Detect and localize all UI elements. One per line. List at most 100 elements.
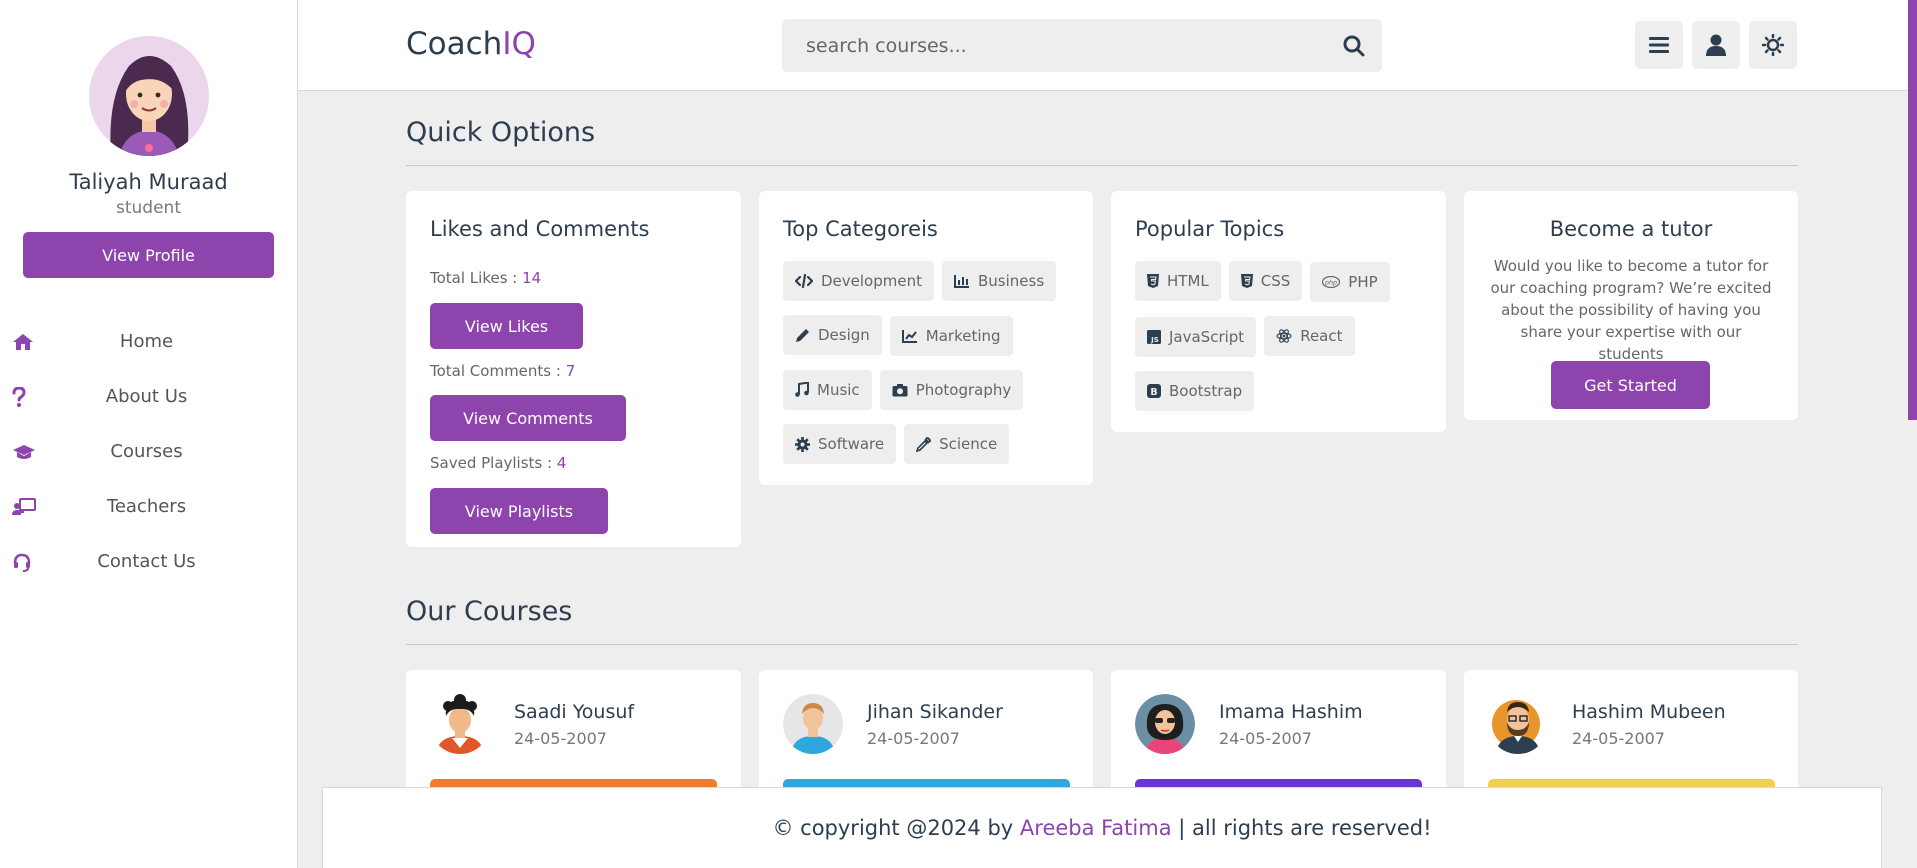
popular-topics-card: Popular Topics HTML CSS php PHP JS JavaS…: [1111, 191, 1446, 432]
category-tag-music[interactable]: Music: [783, 369, 872, 410]
view-comments-button[interactable]: View Comments: [430, 395, 626, 441]
profile-name: Taliyah Muraad: [69, 170, 228, 194]
total-likes: Total Likes : 14: [430, 269, 541, 287]
category-tag-photography[interactable]: Photography: [879, 370, 1024, 410]
category-tags: Development Business Design Marketing Mu…: [783, 261, 1083, 478]
logo-accent: IQ: [502, 26, 536, 62]
topic-tags: HTML CSS php PHP JS JavaScript React B B…: [1135, 261, 1435, 425]
user-button[interactable]: [1692, 21, 1740, 69]
tag-label: Science: [939, 435, 998, 453]
tutor-avatar: [1492, 700, 1540, 754]
svg-text:php: php: [1324, 278, 1337, 286]
quick-options-title: Quick Options: [406, 117, 596, 148]
search-bar: [782, 19, 1382, 72]
sidebar-item-teachers[interactable]: Teachers: [0, 479, 297, 534]
course-date: 24-05-2007: [1219, 729, 1312, 748]
footer-prefix: © copyright @2024 by: [772, 816, 1014, 840]
home-icon: [12, 332, 36, 352]
category-tag-science[interactable]: Science: [904, 424, 1010, 464]
topic-tag-react[interactable]: React: [1264, 316, 1355, 356]
tag-label: Music: [817, 380, 860, 399]
sidebar-item-courses[interactable]: Courses: [0, 424, 297, 479]
total-comments: Total Comments : 7: [430, 362, 575, 380]
stat-label: Saved Playlists :: [430, 454, 557, 472]
sun-icon: [1762, 34, 1784, 56]
svg-text:JS: JS: [1150, 336, 1159, 344]
section-divider: [406, 165, 1798, 166]
tag-label: HTML: [1167, 272, 1209, 290]
view-profile-button[interactable]: View Profile: [23, 232, 274, 278]
app-logo[interactable]: CoachIQ: [406, 26, 536, 62]
menu-button[interactable]: [1635, 21, 1683, 69]
profile-section: Taliyah Muraad student View Profile: [0, 0, 297, 278]
card-title: Likes and Comments: [430, 217, 650, 241]
section-divider: [406, 644, 1798, 645]
category-tag-marketing[interactable]: Marketing: [889, 315, 1013, 356]
stat-label: Total Comments :: [430, 362, 566, 380]
footer-author: Areeba Fatima: [1019, 816, 1172, 840]
search-icon: [1343, 35, 1365, 56]
course-date: 24-05-2007: [514, 729, 607, 748]
scrollbar-thumb[interactable]: [1908, 0, 1917, 420]
stat-label: Total Likes :: [430, 269, 523, 287]
saved-playlists: Saved Playlists : 4: [430, 454, 566, 472]
line-chart-icon: [901, 329, 917, 343]
get-started-button[interactable]: Get Started: [1551, 361, 1710, 409]
tag-label: Bootstrap: [1169, 382, 1243, 400]
tag-label: JavaScript: [1169, 328, 1245, 346]
headset-icon: [12, 552, 36, 572]
stat-value: 7: [565, 362, 576, 380]
theme-toggle-button[interactable]: [1749, 21, 1797, 69]
tag-label: PHP: [1348, 273, 1378, 291]
course-tutor-name: Hashim Mubeen: [1572, 701, 1726, 723]
tag-label: Marketing: [925, 326, 1001, 345]
tag-label: CSS: [1260, 272, 1291, 290]
topic-tag-html[interactable]: HTML: [1135, 261, 1221, 301]
logo-main: Coach: [406, 26, 503, 62]
sidebar-item-label: Courses: [110, 441, 183, 462]
topic-tag-php[interactable]: php PHP: [1310, 262, 1390, 302]
card-title: Become a tutor: [1549, 217, 1713, 241]
js-icon: JS: [1147, 330, 1161, 344]
sidebar: Taliyah Muraad student View Profile Home…: [0, 0, 298, 868]
page-footer: © copyright @2024 by Areeba Fatima | all…: [322, 787, 1882, 868]
topic-tag-javascript[interactable]: JS JavaScript: [1135, 317, 1257, 357]
stat-value: 14: [522, 269, 542, 287]
tag-label: Software: [818, 435, 885, 453]
tag-label: React: [1300, 327, 1343, 345]
tutor-avatar: [436, 694, 484, 754]
camera-icon: [892, 384, 908, 397]
search-button[interactable]: [1326, 19, 1382, 72]
view-playlists-button[interactable]: View Playlists: [430, 488, 608, 534]
profile-avatar: [88, 36, 209, 156]
course-tutor-name: Jihan Sikander: [867, 701, 1003, 723]
bar-chart-icon: [953, 275, 969, 288]
sidebar-item-label: Contact Us: [97, 551, 196, 572]
likes-comments-card: Likes and Comments Total Likes : 14 View…: [406, 191, 741, 547]
sidebar-nav: Home About Us Courses Teachers Contact U…: [0, 314, 297, 589]
tutor-avatar: [1135, 694, 1195, 754]
stat-value: 4: [556, 454, 567, 472]
user-icon: [1706, 34, 1726, 56]
category-tag-design[interactable]: Design: [783, 315, 882, 355]
search-input[interactable]: [782, 19, 1326, 72]
sidebar-item-home[interactable]: Home: [0, 314, 297, 369]
top-header: CoachIQ: [298, 0, 1917, 91]
sidebar-item-label: Teachers: [106, 496, 187, 517]
topic-tag-bootstrap[interactable]: B Bootstrap: [1135, 371, 1255, 411]
topic-tag-css[interactable]: CSS: [1228, 261, 1303, 301]
svg-text:B: B: [1150, 387, 1157, 398]
sidebar-item-about[interactable]: About Us: [0, 369, 297, 424]
course-tutor-name: Imama Hashim: [1219, 701, 1363, 723]
gear-icon: [795, 436, 810, 452]
menu-icon: [1649, 37, 1669, 53]
profile-role: student: [116, 198, 181, 218]
category-tag-software[interactable]: Software: [783, 424, 897, 464]
our-courses-title: Our Courses: [406, 596, 573, 627]
category-tag-business[interactable]: Business: [941, 261, 1057, 301]
bootstrap-icon: B: [1147, 384, 1161, 398]
tag-label: Design: [818, 326, 870, 344]
sidebar-item-contact[interactable]: Contact Us: [0, 534, 297, 589]
view-likes-button[interactable]: View Likes: [430, 303, 583, 349]
category-tag-development[interactable]: Development: [783, 261, 934, 301]
